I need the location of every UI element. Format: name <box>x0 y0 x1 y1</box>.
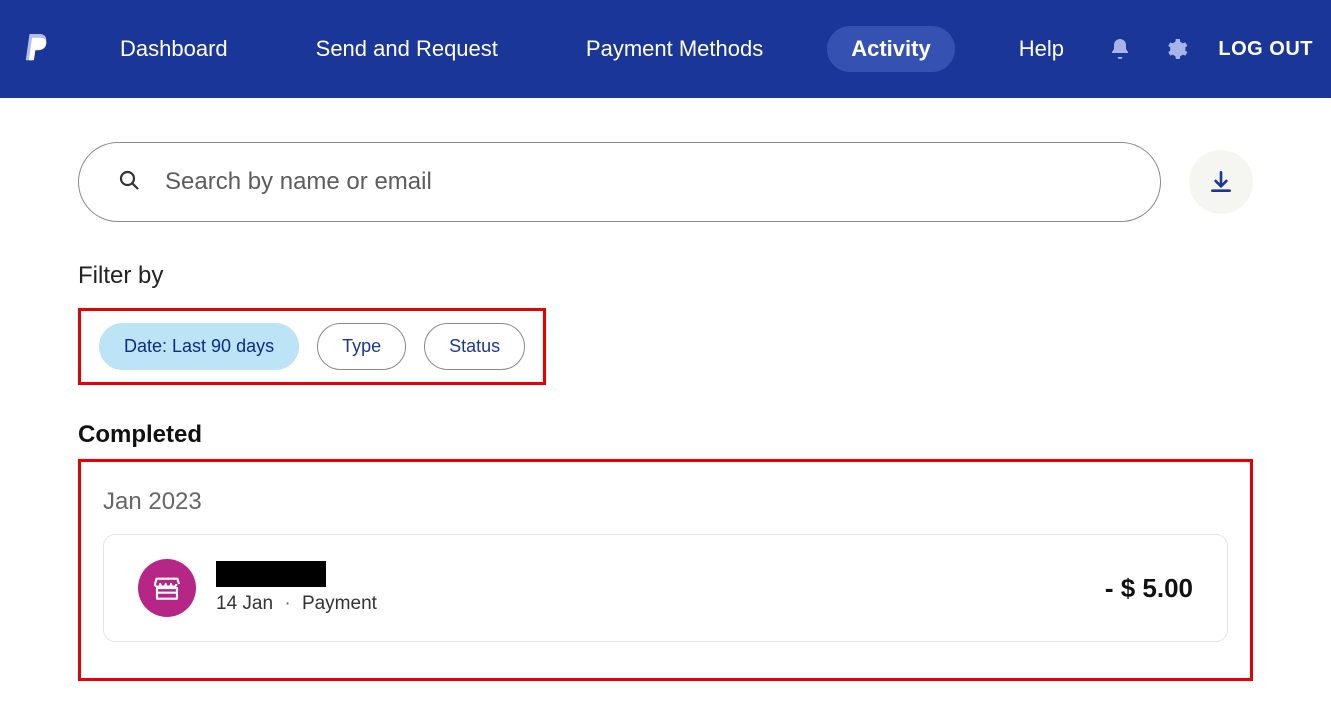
transactions-highlight-box: Jan 2023 14 Jan · Payment - $ 5.00 <box>78 459 1253 681</box>
transaction-amount: - $ 5.00 <box>1105 573 1193 604</box>
transaction-meta: 14 Jan · Payment <box>216 593 377 615</box>
nav-dashboard[interactable]: Dashboard <box>96 26 252 72</box>
filter-chip-status[interactable]: Status <box>424 323 525 370</box>
download-button[interactable] <box>1189 150 1253 214</box>
month-label: Jan 2023 <box>103 488 1250 516</box>
store-icon <box>138 559 196 617</box>
content: Filter by Date: Last 90 days Type Status… <box>0 98 1331 681</box>
filter-chip-date[interactable]: Date: Last 90 days <box>99 323 299 370</box>
transaction-info: 14 Jan · Payment <box>216 561 377 615</box>
transaction-date: 14 Jan <box>216 593 273 614</box>
nav-activity[interactable]: Activity <box>827 26 954 72</box>
filter-chip-type[interactable]: Type <box>317 323 406 370</box>
logout-button[interactable]: LOG OUT <box>1218 38 1313 61</box>
bell-icon[interactable] <box>1106 35 1134 63</box>
filter-chips: Date: Last 90 days Type Status <box>99 323 525 370</box>
nav-send-request[interactable]: Send and Request <box>292 26 522 72</box>
transaction-row[interactable]: 14 Jan · Payment - $ 5.00 <box>103 534 1228 642</box>
search-icon <box>117 168 141 197</box>
section-title: Completed <box>78 421 1253 449</box>
nav-items: Dashboard Send and Request Payment Metho… <box>96 26 1088 72</box>
top-nav: Dashboard Send and Request Payment Metho… <box>0 0 1331 98</box>
search-bar[interactable] <box>78 142 1161 222</box>
filter-highlight-box: Date: Last 90 days Type Status <box>78 308 546 385</box>
gear-icon[interactable] <box>1162 35 1190 63</box>
dot-separator: · <box>284 593 290 614</box>
transaction-name-redacted <box>216 561 326 587</box>
search-row <box>78 142 1253 222</box>
nav-help[interactable]: Help <box>995 26 1088 72</box>
transaction-type: Payment <box>302 593 377 614</box>
nav-payment-methods[interactable]: Payment Methods <box>562 26 787 72</box>
filter-label: Filter by <box>78 262 1253 290</box>
paypal-logo[interactable] <box>18 27 56 71</box>
search-input[interactable] <box>165 168 1122 196</box>
nav-right: LOG OUT <box>1106 35 1313 63</box>
